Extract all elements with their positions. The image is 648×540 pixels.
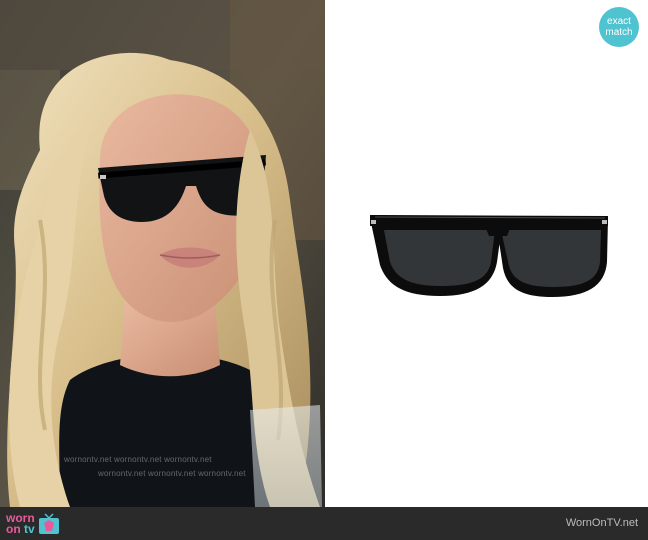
- product-image-panel[interactable]: [325, 0, 648, 507]
- exact-match-badge: exact match: [599, 7, 639, 47]
- sunglasses-product-image: [370, 215, 608, 297]
- watermark-text: wornontv.net wornontv.net wornontv.net: [64, 455, 212, 464]
- watermark-text: wornontv.net wornontv.net wornontv.net: [98, 469, 246, 478]
- badge-line-1: exact: [607, 16, 631, 27]
- badge-line-2: match: [605, 27, 633, 38]
- logo-wordmark: worn on tv: [6, 512, 35, 536]
- tv-scene-photo: wornontv.net wornontv.net wornontv.net w…: [0, 0, 325, 507]
- wornontv-logo[interactable]: worn on tv: [6, 511, 60, 537]
- scene-illustration: [0, 0, 325, 507]
- logo-word-tv: tv: [24, 522, 35, 536]
- outfit-collage: wornontv.net wornontv.net wornontv.net w…: [0, 0, 648, 507]
- logo-word-on: on: [6, 522, 21, 536]
- site-name[interactable]: WornOnTV.net: [566, 517, 638, 529]
- tv-hanger-icon: [38, 513, 59, 534]
- footer-bar: worn on tv WornOnTV.net: [0, 507, 648, 540]
